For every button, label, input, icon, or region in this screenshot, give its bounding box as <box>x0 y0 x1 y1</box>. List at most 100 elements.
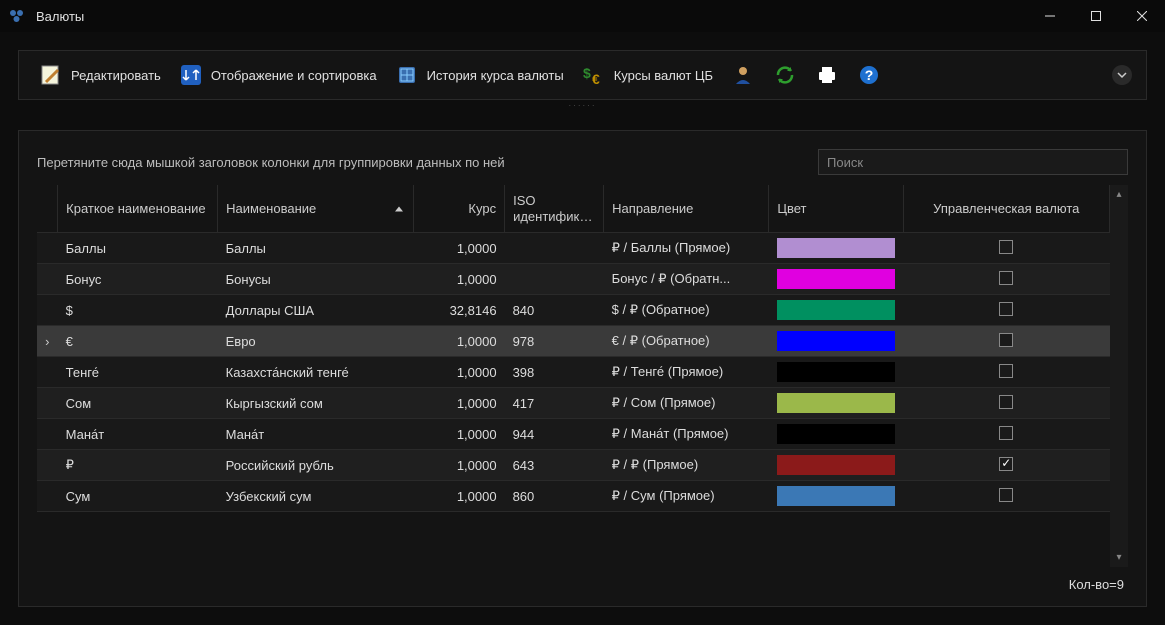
col-rate[interactable]: Курс <box>414 185 505 233</box>
cell-short: € <box>58 326 218 357</box>
cell-direction: ₽ / Сом (Прямое) <box>604 388 769 419</box>
scroll-up-icon[interactable]: ▴ <box>1116 189 1121 200</box>
toolbar: Редактировать Отображение и сортировка И… <box>18 50 1147 100</box>
cell-iso <box>505 233 604 264</box>
cell-direction: ₽ / Мана́т (Прямое) <box>604 419 769 450</box>
cell-mgmt <box>903 419 1109 450</box>
cell-rate: 1,0000 <box>414 357 505 388</box>
cell-iso: 944 <box>505 419 604 450</box>
print-button[interactable] <box>809 59 845 91</box>
grid-footer: Кол-во=9 <box>37 567 1128 592</box>
cell-color <box>769 388 903 419</box>
cell-mgmt <box>903 295 1109 326</box>
mgmt-checkbox[interactable] <box>999 271 1013 285</box>
grid-top: Перетяните сюда мышкой заголовок колонки… <box>37 149 1128 175</box>
col-iso[interactable]: ISO идентификатор <box>505 185 604 233</box>
table-row[interactable]: Мана́тМана́т1,0000944₽ / Мана́т (Прямое) <box>37 419 1110 450</box>
content-area: Редактировать Отображение и сортировка И… <box>0 32 1165 625</box>
color-swatch[interactable] <box>777 455 895 475</box>
cell-short: Бонус <box>58 264 218 295</box>
refresh-icon <box>773 63 797 87</box>
close-button[interactable] <box>1119 0 1165 32</box>
col-color[interactable]: Цвет <box>769 185 903 233</box>
table-row[interactable]: БонусБонусы1,0000Бонус / ₽ (Обратн... <box>37 264 1110 295</box>
col-name[interactable]: Наименование <box>218 185 414 233</box>
edit-button[interactable]: Редактировать <box>33 59 167 91</box>
mgmt-checkbox[interactable] <box>999 426 1013 440</box>
cell-iso: 860 <box>505 481 604 512</box>
cell-direction: € / ₽ (Обратное) <box>604 326 769 357</box>
table-row[interactable]: Тенге́Казахста́нский тенге́1,0000398₽ / … <box>37 357 1110 388</box>
table-row[interactable]: СумУзбекский сум1,0000860₽ / Сум (Прямое… <box>37 481 1110 512</box>
edit-label: Редактировать <box>71 68 161 83</box>
color-swatch[interactable] <box>777 331 895 351</box>
color-swatch[interactable] <box>777 424 895 444</box>
svg-text:€: € <box>592 71 600 86</box>
toolbar-overflow[interactable] <box>1112 65 1132 85</box>
mgmt-checkbox[interactable] <box>999 488 1013 502</box>
sort-icon <box>179 63 203 87</box>
sort-button[interactable]: Отображение и сортировка <box>173 59 383 91</box>
vertical-scrollbar[interactable]: ▴ ▾ <box>1110 185 1128 567</box>
app-window: Валюты Редактировать <box>0 0 1165 625</box>
color-swatch[interactable] <box>777 269 895 289</box>
scroll-down-icon[interactable]: ▾ <box>1116 552 1121 563</box>
cell-direction: ₽ / Сум (Прямое) <box>604 481 769 512</box>
maximize-button[interactable] <box>1073 0 1119 32</box>
col-mgmt[interactable]: Управленческая валюта <box>903 185 1109 233</box>
color-swatch[interactable] <box>777 300 895 320</box>
mgmt-checkbox[interactable] <box>999 302 1013 316</box>
cell-mgmt <box>903 481 1109 512</box>
mgmt-checkbox[interactable] <box>999 395 1013 409</box>
header-row: Краткое наименование Наименование Курс I… <box>37 185 1110 233</box>
print-icon <box>815 63 839 87</box>
cell-direction: $ / ₽ (Обратное) <box>604 295 769 326</box>
cell-short: Сом <box>58 388 218 419</box>
titlebar: Валюты <box>0 0 1165 32</box>
table-row[interactable]: ₽Российский рубль1,0000643₽ / ₽ (Прямое) <box>37 450 1110 481</box>
history-icon <box>395 63 419 87</box>
window-controls <box>1027 0 1165 32</box>
col-short[interactable]: Краткое наименование <box>58 185 218 233</box>
history-button[interactable]: История курса валюты <box>389 59 570 91</box>
rates-button[interactable]: $€ Курсы валют ЦБ <box>576 59 719 91</box>
cell-rate: 1,0000 <box>414 388 505 419</box>
row-indicator <box>37 295 58 326</box>
color-swatch[interactable] <box>777 393 895 413</box>
table-row[interactable]: $Доллары США32,8146840$ / ₽ (Обратное) <box>37 295 1110 326</box>
help-button[interactable]: ? <box>851 59 887 91</box>
table-row[interactable]: СомКыргызский сом1,0000417₽ / Сом (Прямо… <box>37 388 1110 419</box>
col-indicator <box>37 185 58 233</box>
minimize-button[interactable] <box>1027 0 1073 32</box>
refresh-button[interactable] <box>767 59 803 91</box>
color-swatch[interactable] <box>777 238 895 258</box>
cell-mgmt <box>903 264 1109 295</box>
mgmt-checkbox[interactable] <box>999 457 1013 471</box>
color-swatch[interactable] <box>777 486 895 506</box>
drag-handle[interactable]: ······ <box>18 100 1147 110</box>
cell-name: Российский рубль <box>218 450 414 481</box>
mgmt-checkbox[interactable] <box>999 333 1013 347</box>
row-indicator <box>37 233 58 264</box>
help-icon: ? <box>857 63 881 87</box>
search-input[interactable] <box>818 149 1128 175</box>
cell-name: Баллы <box>218 233 414 264</box>
color-swatch[interactable] <box>777 362 895 382</box>
cell-name: Бонусы <box>218 264 414 295</box>
cell-name: Евро <box>218 326 414 357</box>
cell-short: Сум <box>58 481 218 512</box>
row-count: Кол-во=9 <box>1069 577 1124 592</box>
mgmt-checkbox[interactable] <box>999 364 1013 378</box>
cell-color <box>769 481 903 512</box>
cell-name: Доллары США <box>218 295 414 326</box>
col-direction[interactable]: Направление <box>604 185 769 233</box>
mgmt-checkbox[interactable] <box>999 240 1013 254</box>
table-row[interactable]: БаллыБаллы1,0000₽ / Баллы (Прямое) <box>37 233 1110 264</box>
cell-short: $ <box>58 295 218 326</box>
table: Краткое наименование Наименование Курс I… <box>37 185 1110 512</box>
cell-color <box>769 450 903 481</box>
user-button[interactable] <box>725 59 761 91</box>
data-grid: Перетяните сюда мышкой заголовок колонки… <box>18 130 1147 607</box>
table-row[interactable]: ›€Евро1,0000978€ / ₽ (Обратное) <box>37 326 1110 357</box>
cell-short: Тенге́ <box>58 357 218 388</box>
